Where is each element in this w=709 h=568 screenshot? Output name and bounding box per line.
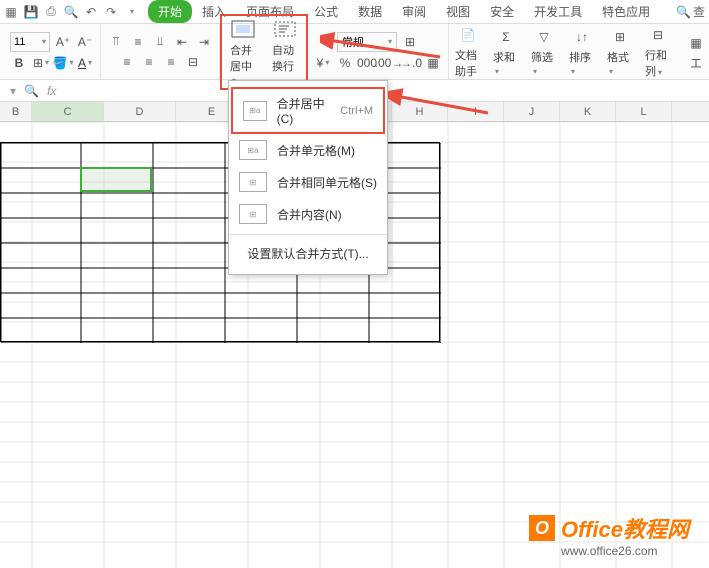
dropdown-separator	[229, 234, 387, 235]
merge-across-icon[interactable]: ⊟	[184, 53, 202, 71]
sum-button[interactable]: Σ 求和	[487, 25, 525, 79]
align-right-icon[interactable]: ≡	[162, 53, 180, 71]
col-header-L[interactable]: L	[616, 102, 672, 121]
indent-left-icon[interactable]: ⇤	[173, 33, 191, 51]
merge-center-shortcut: Ctrl+M	[340, 105, 373, 117]
merge-center-option-label: 合并居中(C)	[277, 95, 331, 126]
align-middle-icon[interactable]: ≡	[129, 33, 147, 51]
font-color-icon[interactable]: A	[76, 54, 94, 72]
merge-cells-option-icon: ⊞a	[239, 140, 267, 160]
indent-right-icon[interactable]: ⇥	[195, 33, 213, 51]
bold-icon[interactable]: B	[10, 54, 28, 72]
wrap-text-button[interactable]: 自动换行	[264, 16, 306, 88]
worksheet-icon: ▦	[686, 33, 706, 53]
col-header-C[interactable]: C	[32, 102, 104, 121]
filter-button[interactable]: ▽ 筛选	[525, 25, 563, 79]
filter-icon: ▽	[534, 27, 554, 47]
watermark-title: O Office教程网	[529, 512, 689, 544]
tab-view[interactable]: 视图	[436, 0, 480, 23]
undo-icon[interactable]: ↶	[84, 5, 98, 19]
border-icon[interactable]: ⊞	[32, 54, 50, 72]
merge-content-option-icon: ⊞	[239, 204, 267, 224]
preview-icon[interactable]: 🔍	[64, 5, 78, 19]
wrap-text-icon	[272, 18, 298, 40]
worksheet-button[interactable]: ▦ 工	[677, 31, 709, 73]
merge-same-option-icon: ⊞	[239, 172, 267, 192]
dropdown-merge-cells[interactable]: ⊞a 合并单元格(M)	[229, 134, 387, 166]
save-icon[interactable]: 💾	[24, 5, 38, 19]
merge-center-icon	[230, 18, 256, 40]
font-size-selector[interactable]: 11	[10, 32, 50, 52]
merge-center-button[interactable]: 合并居中	[222, 16, 264, 88]
col-header-D[interactable]: D	[104, 102, 176, 121]
tab-security[interactable]: 安全	[480, 0, 524, 23]
format-icon: ⊞	[610, 27, 630, 47]
tab-data[interactable]: 数据	[348, 0, 392, 23]
qat-dropdown[interactable]	[124, 5, 138, 19]
font-group: 11 A⁺ A⁻ B ⊞ 🪣 A	[4, 24, 101, 79]
tab-review[interactable]: 审阅	[392, 0, 436, 23]
quick-access-toolbar: ▦ 💾 ⎙ 🔍 ↶ ↷	[4, 5, 138, 19]
print-icon[interactable]: ⎙	[44, 5, 58, 19]
rowcol-icon: ⊟	[648, 25, 668, 45]
merge-same-option-label: 合并相同单元格(S)	[277, 174, 377, 191]
merge-center-option-icon: ⊞a	[243, 101, 267, 121]
dropdown-default-setting[interactable]: 设置默认合并方式(T)...	[229, 239, 387, 268]
dropdown-merge-same[interactable]: ⊞ 合并相同单元格(S)	[229, 166, 387, 198]
dropdown-merge-center[interactable]: ⊞a 合并居中(C) Ctrl+M	[231, 87, 385, 134]
tab-formulas[interactable]: 公式	[304, 0, 348, 23]
decrease-font-icon[interactable]: A⁻	[76, 33, 94, 51]
format-button[interactable]: ⊞ 格式	[601, 25, 639, 79]
align-bottom-icon[interactable]: ⫫	[151, 33, 169, 51]
col-header-B[interactable]: B	[0, 102, 32, 121]
watermark-logo-icon: O	[529, 515, 555, 541]
fill-color-icon[interactable]: 🪣	[54, 54, 72, 72]
col-header-K[interactable]: K	[560, 102, 616, 121]
sort-button[interactable]: ↓↑ 排序	[563, 25, 601, 79]
align-top-icon[interactable]: ⫪	[107, 33, 125, 51]
dropdown-merge-content[interactable]: ⊞ 合并内容(N)	[229, 198, 387, 230]
tab-developer[interactable]: 开发工具	[524, 0, 592, 23]
merge-content-option-label: 合并内容(N)	[277, 206, 342, 223]
docs-helper-button[interactable]: 📄 文档助手	[449, 23, 487, 81]
col-header-J[interactable]: J	[504, 102, 560, 121]
redo-icon[interactable]: ↷	[104, 5, 118, 19]
tab-special[interactable]: 特色应用	[592, 0, 660, 23]
name-box-icon[interactable]: ▾	[10, 84, 16, 98]
rowcol-button[interactable]: ⊟ 行和列	[639, 23, 677, 81]
align-center-icon[interactable]: ≡	[140, 53, 158, 71]
annotation-arrow-top	[320, 32, 450, 62]
annotation-arrow-bottom	[388, 88, 498, 118]
watermark: O Office教程网 www.office26.com	[529, 512, 689, 558]
menubar: ▦ 💾 ⎙ 🔍 ↶ ↷ 开始 插入 页面布局 公式 数据 审阅 视图 安全 开发…	[0, 0, 709, 24]
tab-start[interactable]: 开始	[148, 0, 192, 23]
app-icon: ▦	[4, 5, 18, 19]
merge-wrap-group: 合并居中 自动换行	[220, 14, 308, 90]
sort-icon: ↓↑	[572, 27, 592, 47]
sum-icon: Σ	[496, 27, 516, 47]
fx-icon[interactable]: fx	[47, 84, 56, 98]
increase-font-icon[interactable]: A⁺	[54, 33, 72, 51]
align-left-icon[interactable]: ≡	[118, 53, 136, 71]
search-button[interactable]: 🔍查	[676, 3, 705, 20]
merge-center-label: 合并居中	[230, 42, 256, 86]
wrap-text-label: 自动换行	[272, 42, 298, 74]
merge-cells-option-label: 合并单元格(M)	[277, 142, 355, 159]
alignment-group: ⫪ ≡ ⫫ ⇤ ⇥ ≡ ≡ ≡ ⊟	[101, 24, 220, 79]
selected-cell[interactable]	[80, 167, 152, 192]
docs-helper-icon: 📄	[458, 25, 478, 45]
watermark-url: www.office26.com	[561, 544, 689, 558]
merge-dropdown-menu: ⊞a 合并居中(C) Ctrl+M ⊞a 合并单元格(M) ⊞ 合并相同单元格(…	[228, 80, 388, 275]
zoom-icon[interactable]: 🔍	[24, 84, 39, 98]
